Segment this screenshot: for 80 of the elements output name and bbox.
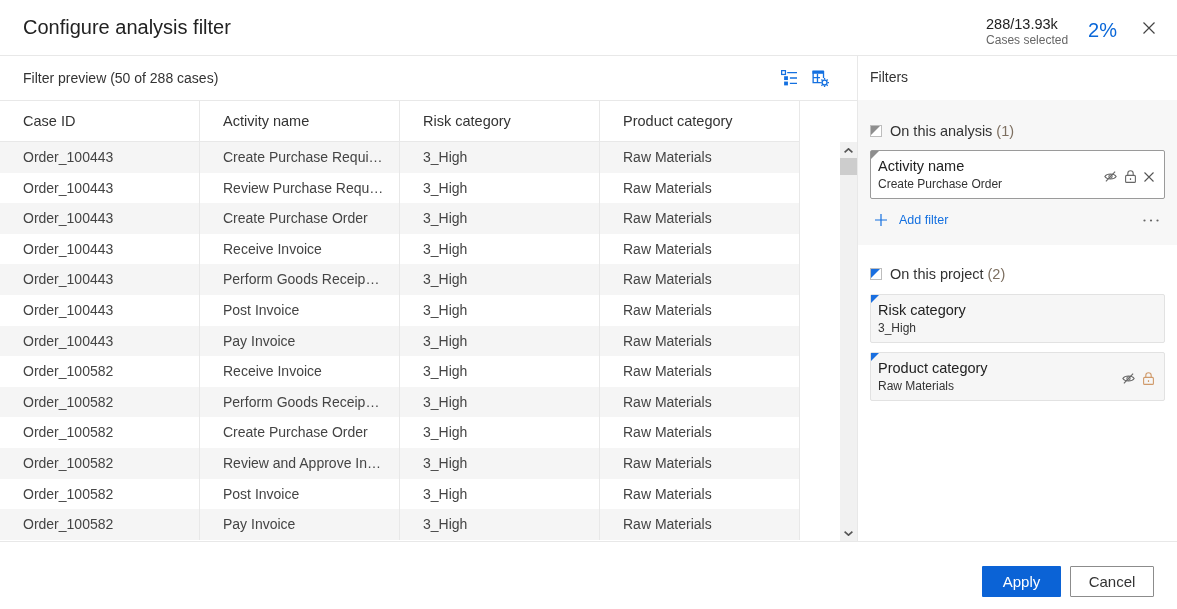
plus-icon: [875, 214, 887, 226]
apply-button[interactable]: Apply: [982, 566, 1061, 597]
table-cell: Raw Materials: [600, 509, 800, 540]
table-cell: 3_High: [400, 386, 600, 418]
dialog-title: Configure analysis filter: [23, 16, 231, 39]
eye-slash-icon[interactable]: [1122, 373, 1135, 384]
table-cell: 3_High: [400, 356, 600, 387]
filter-value: Create Purchase Order: [878, 177, 1004, 192]
table-cell: Create Purchase Order: [200, 417, 400, 448]
table-cell: 3_High: [400, 294, 600, 326]
table-cell: Order_100443: [0, 325, 200, 357]
tree-list-icon[interactable]: [781, 70, 797, 86]
table-cell: 3_High: [400, 203, 600, 234]
close-icon[interactable]: [1143, 21, 1155, 34]
corner-triangle-icon: [871, 353, 879, 361]
group-label: On this analysis: [890, 123, 993, 139]
filter-card[interactable]: Product category Raw Materials: [870, 352, 1165, 401]
table-cell: Raw Materials: [600, 325, 800, 357]
filter-card[interactable]: Activity name Create Purchase Order: [870, 150, 1165, 199]
table-cell: Pay Invoice: [200, 509, 400, 540]
selection-count: 288/13.93k: [986, 15, 1059, 32]
table-cell: 3_High: [400, 264, 600, 295]
table-cell: Raw Materials: [600, 356, 800, 387]
filter-card[interactable]: Risk category 3_High: [870, 294, 1165, 343]
table-cell: Order_100582: [0, 386, 200, 418]
scroll-up-icon[interactable]: [844, 148, 853, 153]
filter-name: Activity name: [878, 157, 966, 175]
table-cell: Order_100443: [0, 142, 200, 173]
table-cell: 3_High: [400, 325, 600, 357]
table-cell: 3_High: [400, 142, 600, 173]
filter-value: 3_High: [878, 321, 918, 336]
table-cell: Raw Materials: [600, 294, 800, 326]
scrollbar[interactable]: [840, 142, 857, 541]
table-cell: Review and Approve In…: [200, 447, 400, 479]
group-indicator-icon: [870, 125, 882, 137]
selection-label: Cases selected: [986, 31, 1069, 48]
corner-triangle-icon: [871, 295, 879, 303]
remove-icon[interactable]: [1144, 171, 1154, 182]
scroll-down-icon[interactable]: [844, 531, 853, 536]
filter-value: Raw Materials: [878, 379, 956, 394]
lock-icon[interactable]: [1125, 170, 1136, 183]
more-icon[interactable]: [1143, 218, 1159, 222]
table-cell: Post Invoice: [200, 294, 400, 326]
table-cell: Pay Invoice: [200, 325, 400, 357]
table-cell: Raw Materials: [600, 203, 800, 234]
group-count: (1): [996, 123, 1015, 139]
group-indicator-icon: [870, 268, 882, 280]
table-cell: Raw Materials: [600, 447, 800, 479]
table-cell: Raw Materials: [600, 417, 800, 448]
table-cell: 3_High: [400, 509, 600, 540]
table-cell: Raw Materials: [600, 386, 800, 418]
table-cell: Order_100443: [0, 203, 200, 234]
eye-slash-icon[interactable]: [1104, 171, 1117, 182]
table-cell: Order_100443: [0, 294, 200, 326]
corner-triangle-icon: [871, 151, 879, 159]
add-filter-button[interactable]: Add filter: [875, 213, 949, 227]
scrollbar-thumb[interactable]: [840, 158, 857, 175]
table-cell: Raw Materials: [600, 264, 800, 295]
table-cell: Order_100582: [0, 447, 200, 479]
table-cell: Order_100582: [0, 417, 200, 448]
filter-name: Risk category: [878, 301, 967, 319]
preview-title: Filter preview (50 of 288 cases): [23, 70, 219, 86]
table-settings-icon[interactable]: [812, 69, 829, 87]
table-cell: Order_100582: [0, 356, 200, 387]
cancel-button[interactable]: Cancel: [1070, 566, 1154, 597]
table-cell: Create Purchase Order: [200, 203, 400, 234]
table-cell: Create Purchase Requi…: [200, 142, 400, 173]
table-cell: Raw Materials: [600, 142, 800, 173]
group-label: On this project: [890, 266, 984, 282]
table-cell: 3_High: [400, 447, 600, 479]
table-cell: Order_100443: [0, 264, 200, 295]
table-cell: 3_High: [400, 417, 600, 448]
table-cell: Perform Goods Receip…: [200, 386, 400, 418]
selection-percent: 2%: [1088, 19, 1117, 42]
filter-name: Product category: [878, 359, 989, 377]
panel-title: Filters: [869, 68, 910, 87]
table-cell: Order_100582: [0, 509, 200, 540]
table-cell: Perform Goods Receip…: [200, 264, 400, 295]
group-count: (2): [987, 266, 1006, 282]
table-cell: Receive Invoice: [200, 356, 400, 387]
